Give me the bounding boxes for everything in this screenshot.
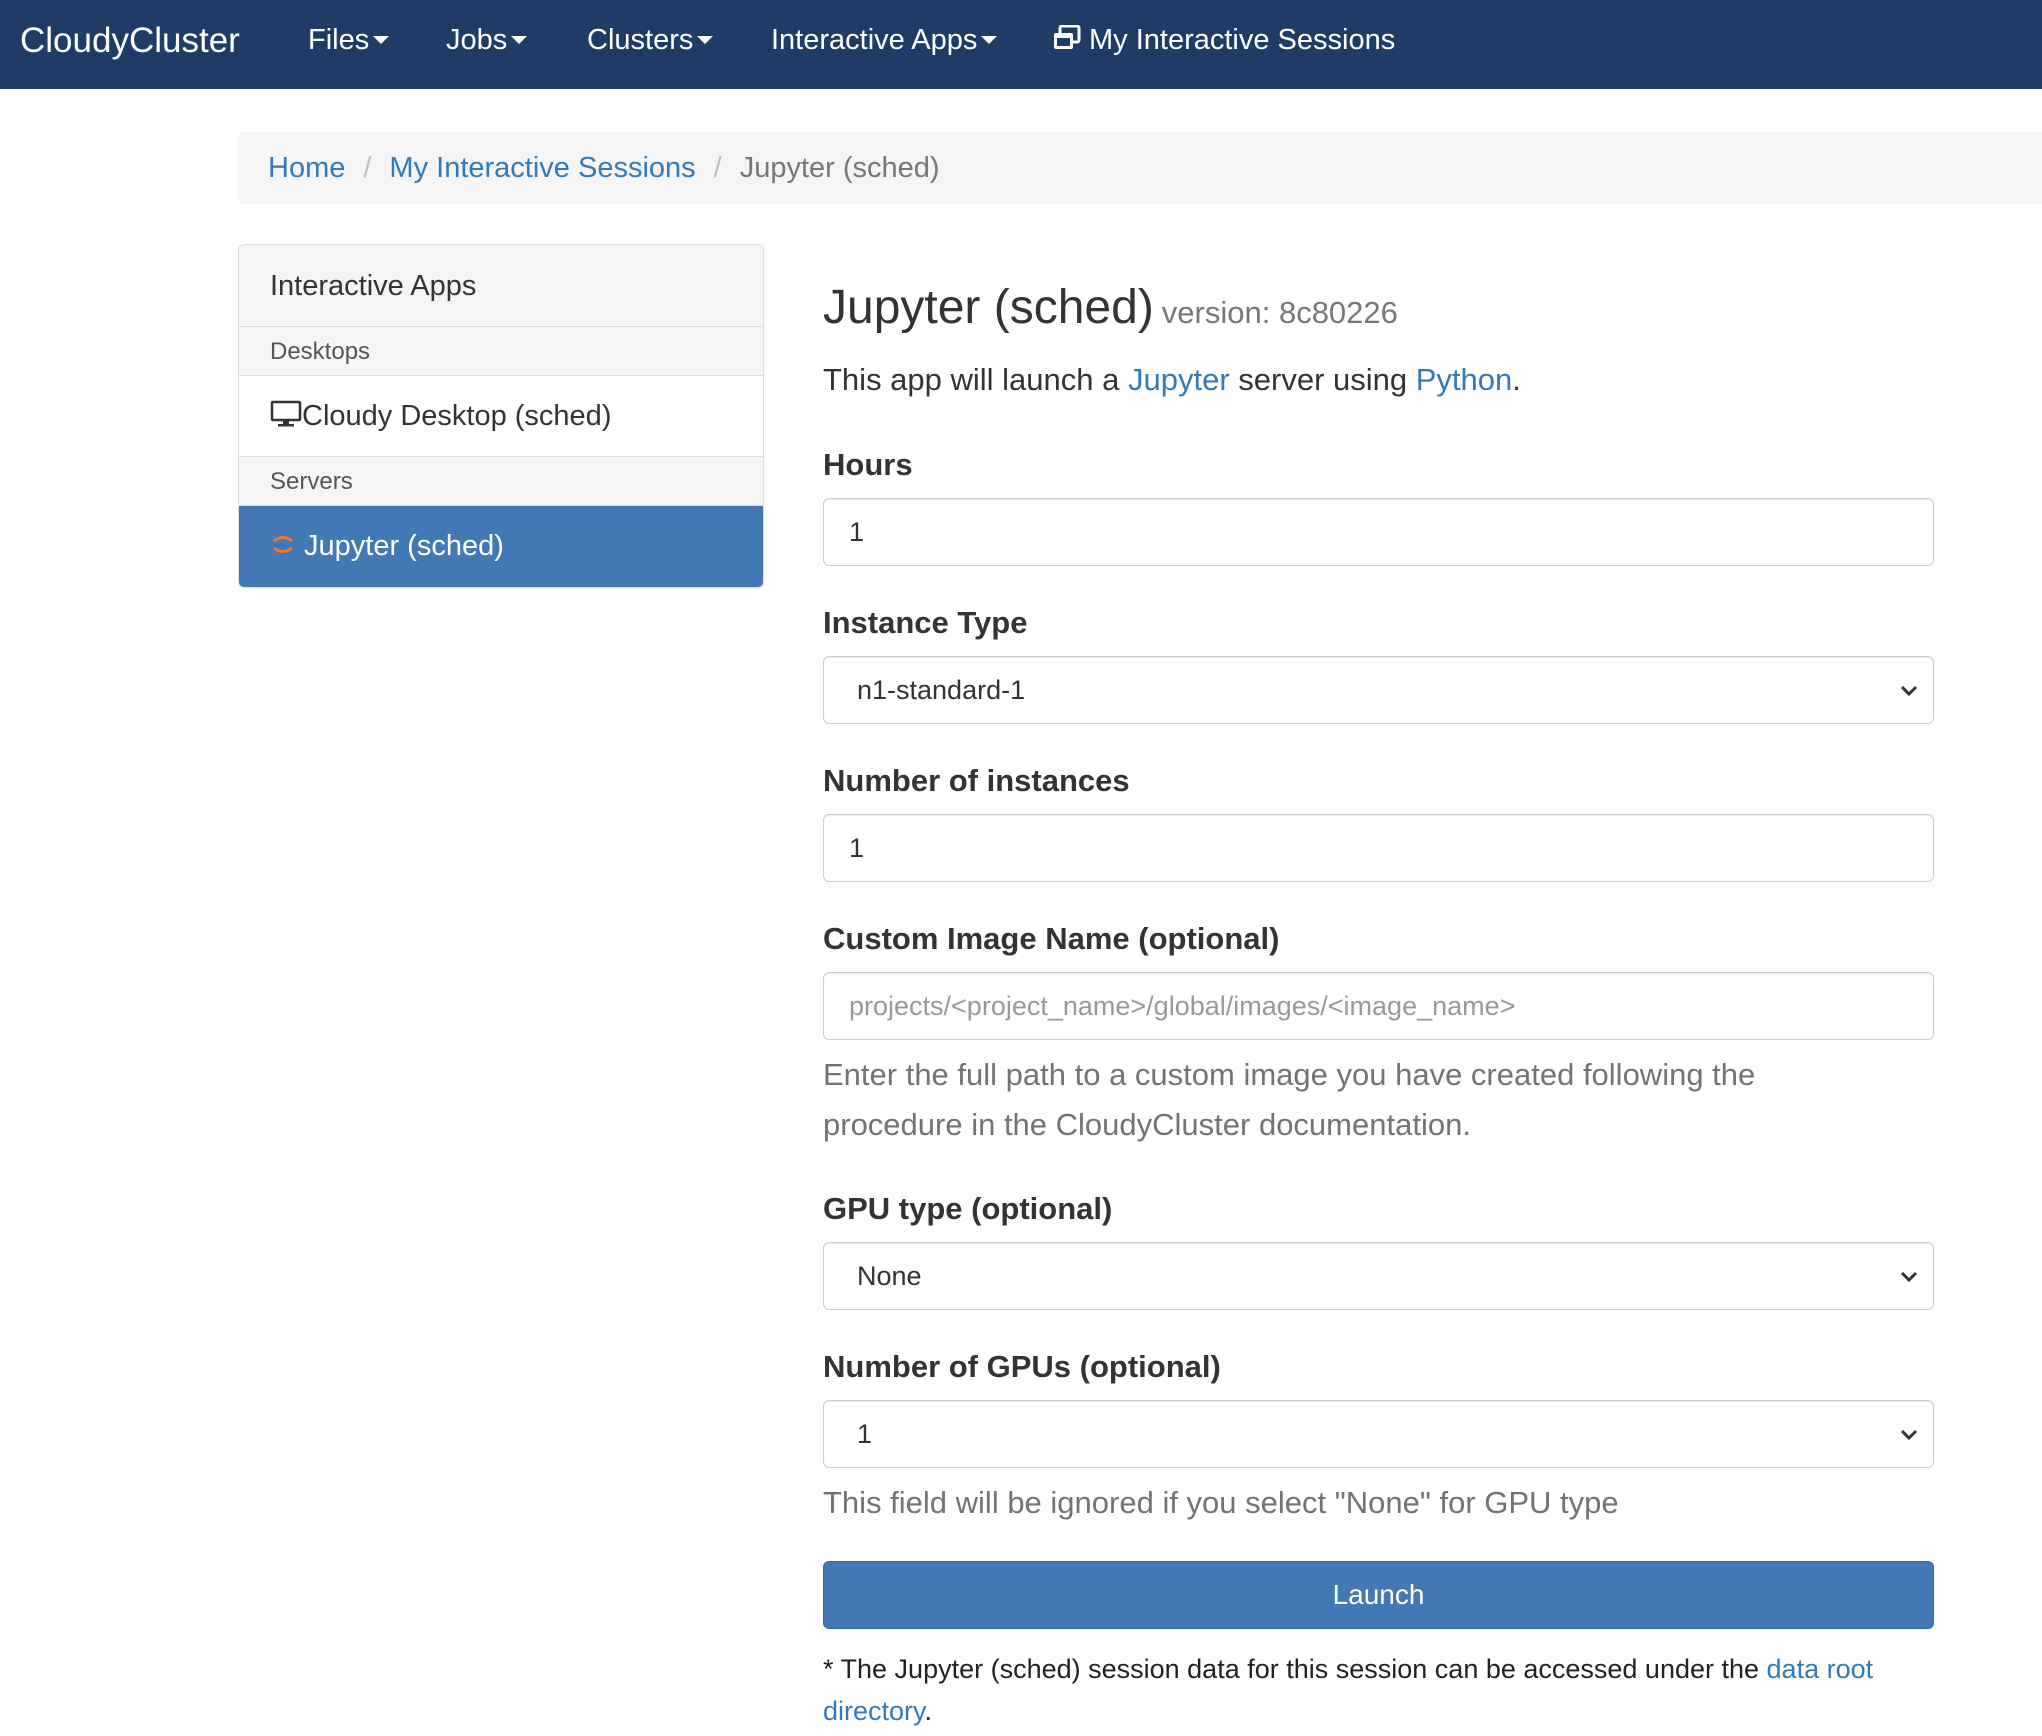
- hours-label: Hours: [823, 447, 913, 482]
- sidebar-item-label: Cloudy Desktop (sched): [302, 400, 612, 432]
- caret-down-icon: [697, 35, 714, 44]
- gpu-type-label: GPU type (optional): [823, 1191, 1113, 1226]
- help-text-line: Enter the full path to a custom image yo…: [823, 1057, 1756, 1092]
- desc-text: .: [1512, 362, 1521, 397]
- breadcrumb-home-link[interactable]: Home: [268, 152, 345, 184]
- instance-type-select[interactable]: n1-standard-1: [823, 656, 1934, 724]
- nav-clusters-dropdown[interactable]: Clusters: [587, 0, 714, 81]
- top-navbar: CloudyCluster Files Jobs Clusters Intera…: [0, 0, 2042, 89]
- hours-input[interactable]: 1: [823, 498, 1934, 566]
- gpu-type-value: None: [857, 1261, 922, 1291]
- nav-jobs-dropdown[interactable]: Jobs: [446, 0, 528, 81]
- sidebar-item-label: Jupyter (sched): [304, 530, 504, 562]
- custom-image-help: Enter the full path to a custom image yo…: [823, 1050, 1755, 1150]
- launch-button[interactable]: Launch: [823, 1561, 1934, 1629]
- app-title: Jupyter (sched): [823, 281, 1154, 334]
- page-title: Jupyter (sched) version: 8c80226: [823, 280, 1398, 335]
- num-gpus-help: This field will be ignored if you select…: [823, 1485, 1619, 1520]
- custom-image-input[interactable]: projects/<project_name>/global/images/<i…: [823, 972, 1934, 1040]
- instance-type-label: Instance Type: [823, 605, 1028, 640]
- jupyter-icon: [273, 533, 293, 555]
- nav-my-interactive-sessions-label: My Interactive Sessions: [1089, 24, 1396, 56]
- nav-files-label: Files: [308, 24, 370, 56]
- sidebar-section-desktops: Desktops: [239, 327, 763, 376]
- session-data-footnote: * The Jupyter (sched) session data for t…: [823, 1648, 1934, 1732]
- sidebar-item-cloudy-desktop[interactable]: Cloudy Desktop (sched): [239, 376, 763, 457]
- data-root-link[interactable]: data root: [1767, 1654, 1874, 1684]
- breadcrumb-separator: /: [363, 152, 372, 184]
- footnote-text: .: [924, 1696, 933, 1726]
- monitor-icon: [270, 401, 302, 427]
- num-gpus-select[interactable]: 1: [823, 1400, 1934, 1468]
- caret-down-icon: [981, 35, 998, 44]
- breadcrumb-sessions-link[interactable]: My Interactive Sessions: [389, 152, 695, 184]
- sidebar-section-servers: Servers: [239, 457, 763, 506]
- sidebar-app-list: Interactive Apps Desktops Cloudy Desktop…: [238, 244, 764, 588]
- data-root-directory-link[interactable]: directory: [823, 1696, 925, 1726]
- jupyter-link[interactable]: Jupyter: [1128, 362, 1230, 397]
- nav-interactive-apps-dropdown[interactable]: Interactive Apps: [771, 0, 998, 81]
- windows-restore-icon: [1054, 25, 1081, 50]
- chevron-down-icon: [1900, 1429, 1918, 1441]
- num-instances-input[interactable]: 1: [823, 814, 1934, 882]
- gpu-type-select[interactable]: None: [823, 1242, 1934, 1310]
- help-text-line: procedure in the CloudyCluster documenta…: [823, 1107, 1471, 1142]
- caret-down-icon: [373, 35, 390, 44]
- desc-text: server using: [1229, 362, 1416, 397]
- nav-files-dropdown[interactable]: Files: [308, 0, 390, 81]
- nav-clusters-label: Clusters: [587, 24, 694, 56]
- nav-interactive-apps-label: Interactive Apps: [771, 24, 978, 56]
- sidebar-item-jupyter[interactable]: Jupyter (sched): [239, 506, 763, 587]
- instance-type-value: n1-standard-1: [857, 675, 1026, 705]
- chevron-down-icon: [1900, 1271, 1918, 1283]
- caret-down-icon: [511, 35, 528, 44]
- desc-text: This app will launch a: [823, 362, 1128, 397]
- sidebar-header: Interactive Apps: [239, 245, 763, 327]
- custom-image-label: Custom Image Name (optional): [823, 921, 1280, 956]
- hours-value: 1: [849, 517, 865, 547]
- chevron-down-icon: [1900, 685, 1918, 697]
- nav-my-interactive-sessions[interactable]: My Interactive Sessions: [1053, 0, 1395, 81]
- footnote-text: * The Jupyter (sched) session data for t…: [823, 1654, 1767, 1684]
- python-link[interactable]: Python: [1416, 362, 1513, 397]
- num-gpus-label: Number of GPUs (optional): [823, 1349, 1221, 1384]
- num-instances-label: Number of instances: [823, 763, 1130, 798]
- num-gpus-value: 1: [857, 1419, 873, 1449]
- num-instances-value: 1: [849, 833, 865, 863]
- brand-logo-text[interactable]: CloudyCluster: [20, 0, 240, 89]
- nav-jobs-label: Jobs: [446, 24, 508, 56]
- breadcrumb-separator: /: [713, 152, 722, 184]
- breadcrumb: Home / My Interactive Sessions / Jupyter (sc…: [238, 132, 2042, 204]
- breadcrumb-current: Jupyter (sched): [739, 152, 940, 184]
- app-description: This app will launch a Jupyter server us…: [823, 362, 1521, 398]
- custom-image-placeholder: projects/<project_name>/global/images/<i…: [849, 991, 1516, 1021]
- app-version: version: 8c80226: [1161, 295, 1398, 330]
